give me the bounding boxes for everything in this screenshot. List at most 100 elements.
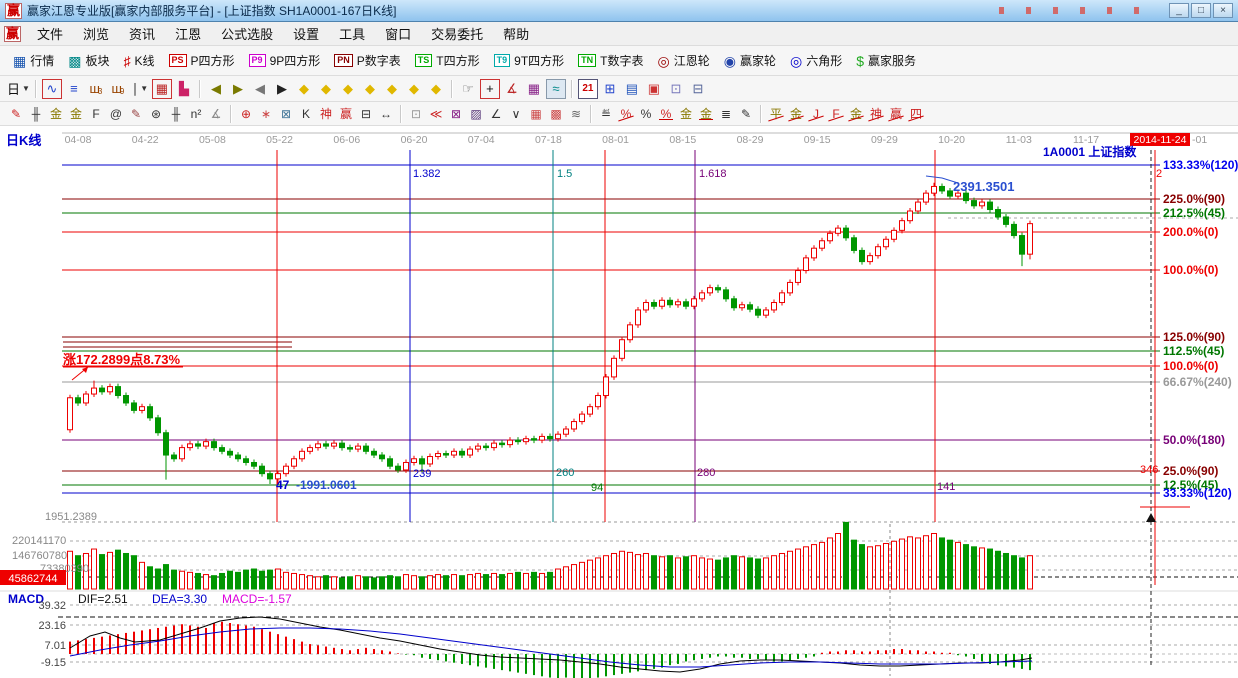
toolbar-hexagon[interactable]: ◎六角形: [783, 49, 849, 73]
menu-工具[interactable]: 工具: [329, 21, 375, 46]
toolbar3-pen-angle[interactable]: ✎: [737, 105, 755, 123]
toolbar-gann-wheel[interactable]: ◎江恩轮: [651, 49, 717, 73]
menu-江恩[interactable]: 江恩: [165, 21, 211, 46]
toolbar2-go-first[interactable]: ◀: [206, 79, 226, 99]
menu-资讯[interactable]: 资讯: [119, 21, 165, 46]
toolbar2-page-prev[interactable]: ◀: [250, 79, 270, 99]
toolbar2-export-tool[interactable]: ⊡: [666, 79, 686, 99]
toolbar3-trend-fan[interactable]: ∠: [487, 105, 505, 123]
toolbar2-overlay-tool[interactable]: ∿: [42, 79, 62, 99]
close-button[interactable]: ×: [1213, 3, 1233, 18]
toolbar2-zoom-in[interactable]: ◆: [360, 79, 380, 99]
minimize-button[interactable]: _: [1169, 3, 1189, 18]
toolbar3-gold-angle[interactable]: 金: [787, 105, 805, 123]
toolbar3-zigzag-tool[interactable]: ∨: [507, 105, 525, 123]
menu-交易委托[interactable]: 交易委托: [421, 21, 493, 46]
toolbar3-span-measure[interactable]: ↔: [377, 105, 395, 123]
toolbar3-j-angle[interactable]: J: [807, 105, 825, 123]
toolbar2-volume-profile[interactable]: ▙: [174, 79, 194, 99]
toolbar3-k-marks[interactable]: K: [297, 105, 315, 123]
toolbar2-go-last[interactable]: ▶: [228, 79, 248, 99]
toolbar2-zoom-all[interactable]: ◆: [426, 79, 446, 99]
toolbar2-page-next[interactable]: ▶: [272, 79, 292, 99]
toolbar3-win-angle[interactable]: 赢: [887, 105, 905, 123]
toolbar2-band-tool[interactable]: ▦: [524, 79, 544, 99]
toolbar3-spiral-tool[interactable]: @: [107, 105, 125, 123]
toolbar3-grid-red-2[interactable]: ▩: [547, 105, 565, 123]
toolbar-winner-service[interactable]: $赢家服务: [849, 49, 923, 73]
menu-设置[interactable]: 设置: [283, 21, 329, 46]
toolbar-sectors[interactable]: ▩板块: [61, 49, 116, 73]
toolbar3-ruler-123[interactable]: ⊟: [357, 105, 375, 123]
toolbar3-win-tool[interactable]: 赢: [337, 105, 355, 123]
toolbar3-shen-tool[interactable]: 神: [317, 105, 335, 123]
toolbar3-grid-red[interactable]: ▦: [527, 105, 545, 123]
toolbar3-gold-scale-2[interactable]: 金: [67, 105, 85, 123]
toolbar2-vol-bars-3[interactable]: ш3: [86, 79, 106, 99]
toolbar2-zoom-out[interactable]: ◆: [382, 79, 402, 99]
toolbar2-zoom-both[interactable]: ◆: [338, 79, 358, 99]
toolbar2-crosshair-tool[interactable]: +: [480, 79, 500, 99]
toolbar3-scale-marks[interactable]: ╫: [167, 105, 185, 123]
toolbar3-percent-line[interactable]: %: [657, 105, 675, 123]
toolbar-t-number-table[interactable]: TNT数字表: [571, 49, 650, 73]
toolbar-quotes[interactable]: ▦行情: [6, 49, 61, 73]
toolbar-kline[interactable]: ♯K线: [117, 49, 162, 73]
toolbar2-pattern-overlay[interactable]: ▦: [152, 79, 172, 99]
menu-浏览[interactable]: 浏览: [73, 21, 119, 46]
menu-公式选股[interactable]: 公式选股: [211, 21, 283, 46]
toolbar2-wave-tool[interactable]: ≈: [546, 79, 566, 99]
toolbar3-parallel-lines[interactable]: ≋: [567, 105, 585, 123]
toolbar3-circle-cross[interactable]: ⊕: [237, 105, 255, 123]
toolbar3-f-angle[interactable]: F: [827, 105, 845, 123]
toolbar3-box-frame[interactable]: ⊡: [407, 105, 425, 123]
toolbar2-angle-tool[interactable]: ∡: [502, 79, 522, 99]
toolbar2-zoom-fit[interactable]: ◆: [404, 79, 424, 99]
toolbar3-step-lines[interactable]: ≣: [717, 105, 735, 123]
toolbar3-gold-line[interactable]: 金: [697, 105, 715, 123]
menu-帮助[interactable]: 帮助: [493, 21, 539, 46]
toolbar3-gold-angle-2[interactable]: 金: [847, 105, 865, 123]
toolbar3-gold-scale-1[interactable]: 金: [47, 105, 65, 123]
toolbar3-pen-tool[interactable]: ✎: [7, 105, 25, 123]
toolbar2-zoom-left[interactable]: ◆: [294, 79, 314, 99]
toolbar2-service-box[interactable]: ⊟: [688, 79, 708, 99]
toolbar3-ray-fan[interactable]: ≪: [427, 105, 445, 123]
toolbar2-save-image[interactable]: ▣: [644, 79, 664, 99]
toolbar3-four-angle[interactable]: 四: [907, 105, 925, 123]
toolbar3-time-cycle[interactable]: ⊛: [147, 105, 165, 123]
toolbar3-gann-scale[interactable]: ╫: [27, 105, 45, 123]
toolbar3-fan-box[interactable]: ⊠: [447, 105, 465, 123]
toolbar-9t-square[interactable]: T99T四方形: [487, 49, 572, 73]
toolbar2-vol-bars-9[interactable]: ш9: [108, 79, 128, 99]
toolbar3-gold-circle[interactable]: 金: [677, 105, 695, 123]
toolbar3-fib-scale[interactable]: F: [87, 105, 105, 123]
toolbar3-percent-drop[interactable]: %: [617, 105, 635, 123]
toolbar-p-number-table[interactable]: PNP数字表: [327, 49, 408, 73]
toolbar-p-square[interactable]: PSP四方形: [162, 49, 242, 73]
toolbar2-calendar[interactable]: 21: [578, 79, 598, 99]
toolbar3-angle-fan[interactable]: ∡: [207, 105, 225, 123]
chart-area[interactable]: 日K线 04-0804-2205-0805-2206-0606-2007-040…: [0, 126, 1238, 678]
toolbar3-avg-angle[interactable]: 平: [767, 105, 785, 123]
toolbar-9p-square[interactable]: P99P四方形: [242, 49, 328, 73]
toolbar3-brush-scale[interactable]: ✎: [127, 105, 145, 123]
toolbar2-memo[interactable]: ▤: [622, 79, 642, 99]
toolbar2-info-panel[interactable]: ≡: [64, 79, 84, 99]
toolbar2-calculator[interactable]: ⊞: [600, 79, 620, 99]
toolbar3-web-box[interactable]: ▨: [467, 105, 485, 123]
toolbar3-shen-angle[interactable]: 神: [867, 105, 885, 123]
toolbar2-zoom-right[interactable]: ◆: [316, 79, 336, 99]
toolbar-t-square[interactable]: TST四方形: [408, 49, 487, 73]
toolbar-winner-wheel[interactable]: ◉赢家轮: [717, 49, 783, 73]
toolbar2-hand-tool[interactable]: ☞: [458, 79, 478, 99]
menu-文件[interactable]: 文件: [27, 21, 73, 46]
kline-chart-canvas[interactable]: 04-0804-2205-0805-2206-0606-2007-0407-18…: [0, 126, 1238, 678]
toolbar3-gann-web[interactable]: ∗: [257, 105, 275, 123]
menu-窗口[interactable]: 窗口: [375, 21, 421, 46]
toolbar2-candle-style[interactable]: ∣▼: [130, 79, 150, 99]
toolbar3-price-ladder[interactable]: ≝: [597, 105, 615, 123]
toolbar2-period-selector[interactable]: 日▼: [7, 79, 30, 99]
toolbar3-percent[interactable]: %: [637, 105, 655, 123]
toolbar3-n-square[interactable]: n²: [187, 105, 205, 123]
